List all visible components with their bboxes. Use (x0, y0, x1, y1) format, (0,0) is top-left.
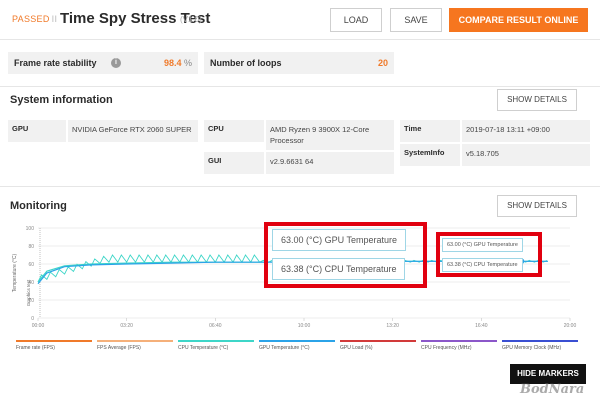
cpu-value: AMD Ryzen 9 3900X 12-Core Processor (266, 120, 394, 150)
version-label: (V1.0) (180, 15, 202, 24)
load-button[interactable]: LOAD (330, 8, 382, 32)
legend-color-swatch (178, 340, 254, 342)
cpu-label: CPU (204, 120, 264, 142)
x-tick-label: 03:20 (120, 323, 133, 329)
legend-item[interactable]: FPS Average (FPS) (97, 340, 173, 351)
gpu-value: NVIDIA GeForce RTX 2060 SUPER (68, 120, 198, 142)
monitoring-title: Monitoring (10, 200, 67, 212)
legend-label: GPU Temperature (°C) (259, 345, 310, 351)
status-badge: PASSED II (12, 14, 58, 24)
legend-label: GPU Memory Clock (MHz) (502, 345, 562, 351)
highlight-box-small (436, 232, 542, 277)
x-tick-label: 20:00 (564, 323, 577, 329)
frame-rate-stability-label: Frame rate stability (14, 58, 97, 68)
highlight-box-large (264, 222, 427, 288)
number-of-loops-box: Number of loops 20 (204, 52, 394, 74)
x-tick-label: 06:40 (209, 323, 222, 329)
legend-label: CPU Temperature (°C) (178, 345, 229, 351)
y-tick-label: 60 (28, 262, 34, 268)
legend-item[interactable]: GPU Load (%) (340, 340, 416, 351)
legend-item[interactable]: Frame rate (FPS) (16, 340, 92, 351)
legend-color-swatch (502, 340, 578, 342)
legend-color-swatch (421, 340, 497, 342)
systeminfo-label: SystemInfo (400, 144, 460, 166)
y-axis-label: Temperature (°C) (12, 253, 18, 292)
legend-item[interactable]: CPU Frequency (MHz) (421, 340, 497, 351)
systeminfo-value: v5.18.705 (462, 144, 590, 166)
gui-label: GUI (204, 152, 264, 174)
hide-markers-button[interactable]: HIDE MARKERS (510, 364, 586, 384)
legend-label: Frame rate (FPS) (16, 345, 55, 351)
legend-item[interactable]: CPU Temperature (°C) (178, 340, 254, 351)
watermark-logo: BodNara (520, 382, 585, 397)
graphics-test-marker-label: Graphics test (26, 279, 31, 306)
y-tick-label: 80 (28, 244, 34, 250)
legend-label: GPU Load (%) (340, 345, 373, 351)
x-tick-label: 13:20 (386, 323, 399, 329)
x-tick-label: 00:00 (32, 323, 45, 329)
top-bar: PASSED II Time Spy Stress Test (V1.0) LOA… (0, 0, 600, 40)
divider (0, 86, 600, 87)
legend-label: FPS Average (FPS) (97, 345, 141, 351)
y-tick-label: 0 (31, 316, 34, 322)
number-of-loops-value: 20 (377, 58, 388, 68)
system-information-title: System information (10, 94, 113, 106)
gpu-label: GPU (8, 120, 66, 142)
x-tick-label: 16:40 (475, 323, 488, 329)
monitoring-show-details-button[interactable]: SHOW DETAILS (497, 195, 577, 217)
legend-item[interactable]: GPU Temperature (°C) (259, 340, 335, 351)
legend-color-swatch (97, 340, 173, 342)
legend-item[interactable]: GPU Memory Clock (MHz) (502, 340, 578, 351)
compare-result-online-button[interactable]: COMPARE RESULT ONLINE (449, 8, 588, 32)
legend-label: CPU Frequency (MHz) (421, 345, 472, 351)
legend-color-swatch (259, 340, 335, 342)
time-label: Time (400, 120, 460, 142)
frame-rate-stability-value: 98.4 % (163, 58, 192, 68)
frame-rate-stability-box: Frame rate stability i 98.4 % (8, 52, 198, 74)
divider (0, 186, 600, 187)
legend-color-swatch (340, 340, 416, 342)
info-icon[interactable]: i (111, 58, 121, 68)
x-tick-label: 10:00 (298, 323, 311, 329)
legend-color-swatch (16, 340, 92, 342)
y-tick-label: 100 (26, 226, 35, 232)
gui-value: v2.9.6631 64 (266, 152, 394, 174)
number-of-loops-label: Number of loops (210, 58, 282, 68)
system-show-details-button[interactable]: SHOW DETAILS (497, 89, 577, 111)
save-button[interactable]: SAVE (390, 8, 442, 32)
time-value: 2019-07-18 13:11 +09:00 (462, 120, 590, 142)
